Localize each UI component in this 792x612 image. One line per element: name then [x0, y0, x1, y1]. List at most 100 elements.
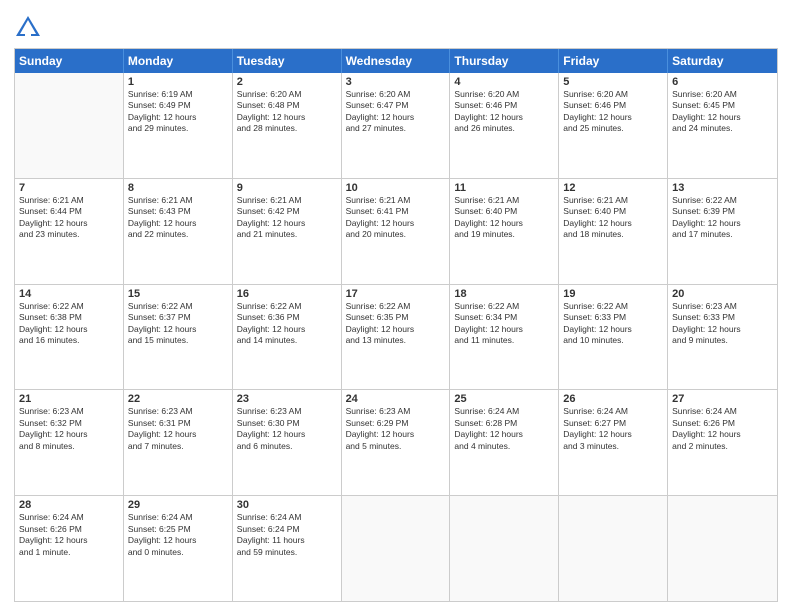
- day-number: 28: [19, 499, 119, 511]
- day-number: 20: [672, 288, 773, 300]
- day-info: Sunrise: 6:21 AM Sunset: 6:44 PM Dayligh…: [19, 195, 119, 241]
- day-number: 27: [672, 393, 773, 405]
- cal-cell: 8Sunrise: 6:21 AM Sunset: 6:43 PM Daylig…: [124, 179, 233, 284]
- day-number: 29: [128, 499, 228, 511]
- day-info: Sunrise: 6:24 AM Sunset: 6:26 PM Dayligh…: [19, 512, 119, 558]
- day-number: 25: [454, 393, 554, 405]
- cal-cell: 25Sunrise: 6:24 AM Sunset: 6:28 PM Dayli…: [450, 390, 559, 495]
- day-number: 22: [128, 393, 228, 405]
- day-number: 30: [237, 499, 337, 511]
- cal-header-cell: Friday: [559, 49, 668, 73]
- cal-header-cell: Wednesday: [342, 49, 451, 73]
- cal-cell: 7Sunrise: 6:21 AM Sunset: 6:44 PM Daylig…: [15, 179, 124, 284]
- cal-cell: 24Sunrise: 6:23 AM Sunset: 6:29 PM Dayli…: [342, 390, 451, 495]
- calendar-header: SundayMondayTuesdayWednesdayThursdayFrid…: [15, 49, 777, 73]
- day-number: 10: [346, 182, 446, 194]
- day-info: Sunrise: 6:21 AM Sunset: 6:41 PM Dayligh…: [346, 195, 446, 241]
- day-info: Sunrise: 6:20 AM Sunset: 6:46 PM Dayligh…: [563, 89, 663, 135]
- day-info: Sunrise: 6:24 AM Sunset: 6:26 PM Dayligh…: [672, 406, 773, 452]
- day-info: Sunrise: 6:24 AM Sunset: 6:25 PM Dayligh…: [128, 512, 228, 558]
- day-number: 12: [563, 182, 663, 194]
- cal-cell: 30Sunrise: 6:24 AM Sunset: 6:24 PM Dayli…: [233, 496, 342, 601]
- day-info: Sunrise: 6:20 AM Sunset: 6:48 PM Dayligh…: [237, 89, 337, 135]
- day-number: 8: [128, 182, 228, 194]
- cal-cell: 28Sunrise: 6:24 AM Sunset: 6:26 PM Dayli…: [15, 496, 124, 601]
- day-info: Sunrise: 6:21 AM Sunset: 6:40 PM Dayligh…: [563, 195, 663, 241]
- cal-cell: 14Sunrise: 6:22 AM Sunset: 6:38 PM Dayli…: [15, 285, 124, 390]
- day-info: Sunrise: 6:22 AM Sunset: 6:39 PM Dayligh…: [672, 195, 773, 241]
- cal-cell: 17Sunrise: 6:22 AM Sunset: 6:35 PM Dayli…: [342, 285, 451, 390]
- cal-cell: [15, 73, 124, 178]
- cal-header-cell: Saturday: [668, 49, 777, 73]
- calendar: SundayMondayTuesdayWednesdayThursdayFrid…: [14, 48, 778, 602]
- cal-cell: 27Sunrise: 6:24 AM Sunset: 6:26 PM Dayli…: [668, 390, 777, 495]
- day-number: 7: [19, 182, 119, 194]
- day-info: Sunrise: 6:22 AM Sunset: 6:36 PM Dayligh…: [237, 301, 337, 347]
- day-info: Sunrise: 6:20 AM Sunset: 6:47 PM Dayligh…: [346, 89, 446, 135]
- cal-week: 1Sunrise: 6:19 AM Sunset: 6:49 PM Daylig…: [15, 73, 777, 179]
- cal-cell: 11Sunrise: 6:21 AM Sunset: 6:40 PM Dayli…: [450, 179, 559, 284]
- day-info: Sunrise: 6:20 AM Sunset: 6:46 PM Dayligh…: [454, 89, 554, 135]
- cal-cell: 29Sunrise: 6:24 AM Sunset: 6:25 PM Dayli…: [124, 496, 233, 601]
- day-info: Sunrise: 6:22 AM Sunset: 6:37 PM Dayligh…: [128, 301, 228, 347]
- calendar-body: 1Sunrise: 6:19 AM Sunset: 6:49 PM Daylig…: [15, 73, 777, 601]
- day-number: 2: [237, 76, 337, 88]
- cal-cell: 23Sunrise: 6:23 AM Sunset: 6:30 PM Dayli…: [233, 390, 342, 495]
- day-number: 11: [454, 182, 554, 194]
- day-info: Sunrise: 6:21 AM Sunset: 6:42 PM Dayligh…: [237, 195, 337, 241]
- day-info: Sunrise: 6:22 AM Sunset: 6:35 PM Dayligh…: [346, 301, 446, 347]
- day-number: 19: [563, 288, 663, 300]
- cal-header-cell: Thursday: [450, 49, 559, 73]
- day-info: Sunrise: 6:21 AM Sunset: 6:43 PM Dayligh…: [128, 195, 228, 241]
- day-info: Sunrise: 6:21 AM Sunset: 6:40 PM Dayligh…: [454, 195, 554, 241]
- day-number: 6: [672, 76, 773, 88]
- day-number: 18: [454, 288, 554, 300]
- day-number: 24: [346, 393, 446, 405]
- day-info: Sunrise: 6:22 AM Sunset: 6:33 PM Dayligh…: [563, 301, 663, 347]
- cal-cell: 3Sunrise: 6:20 AM Sunset: 6:47 PM Daylig…: [342, 73, 451, 178]
- day-number: 1: [128, 76, 228, 88]
- day-number: 17: [346, 288, 446, 300]
- logo: [14, 14, 46, 42]
- cal-cell: 4Sunrise: 6:20 AM Sunset: 6:46 PM Daylig…: [450, 73, 559, 178]
- cal-cell: 10Sunrise: 6:21 AM Sunset: 6:41 PM Dayli…: [342, 179, 451, 284]
- cal-cell: 13Sunrise: 6:22 AM Sunset: 6:39 PM Dayli…: [668, 179, 777, 284]
- day-info: Sunrise: 6:24 AM Sunset: 6:27 PM Dayligh…: [563, 406, 663, 452]
- cal-cell: [559, 496, 668, 601]
- day-number: 4: [454, 76, 554, 88]
- cal-week: 7Sunrise: 6:21 AM Sunset: 6:44 PM Daylig…: [15, 179, 777, 285]
- cal-cell: 22Sunrise: 6:23 AM Sunset: 6:31 PM Dayli…: [124, 390, 233, 495]
- cal-cell: 19Sunrise: 6:22 AM Sunset: 6:33 PM Dayli…: [559, 285, 668, 390]
- day-info: Sunrise: 6:23 AM Sunset: 6:33 PM Dayligh…: [672, 301, 773, 347]
- cal-cell: 2Sunrise: 6:20 AM Sunset: 6:48 PM Daylig…: [233, 73, 342, 178]
- day-info: Sunrise: 6:23 AM Sunset: 6:31 PM Dayligh…: [128, 406, 228, 452]
- day-info: Sunrise: 6:22 AM Sunset: 6:38 PM Dayligh…: [19, 301, 119, 347]
- cal-cell: [342, 496, 451, 601]
- day-number: 23: [237, 393, 337, 405]
- day-number: 13: [672, 182, 773, 194]
- day-number: 26: [563, 393, 663, 405]
- day-number: 21: [19, 393, 119, 405]
- cal-cell: 16Sunrise: 6:22 AM Sunset: 6:36 PM Dayli…: [233, 285, 342, 390]
- day-number: 16: [237, 288, 337, 300]
- cal-cell: 9Sunrise: 6:21 AM Sunset: 6:42 PM Daylig…: [233, 179, 342, 284]
- cal-cell: 6Sunrise: 6:20 AM Sunset: 6:45 PM Daylig…: [668, 73, 777, 178]
- day-number: 3: [346, 76, 446, 88]
- cal-header-cell: Tuesday: [233, 49, 342, 73]
- day-number: 5: [563, 76, 663, 88]
- cal-cell: [668, 496, 777, 601]
- day-info: Sunrise: 6:20 AM Sunset: 6:45 PM Dayligh…: [672, 89, 773, 135]
- cal-week: 28Sunrise: 6:24 AM Sunset: 6:26 PM Dayli…: [15, 496, 777, 601]
- day-number: 15: [128, 288, 228, 300]
- day-info: Sunrise: 6:24 AM Sunset: 6:24 PM Dayligh…: [237, 512, 337, 558]
- day-info: Sunrise: 6:23 AM Sunset: 6:30 PM Dayligh…: [237, 406, 337, 452]
- logo-icon: [14, 14, 42, 42]
- cal-cell: 20Sunrise: 6:23 AM Sunset: 6:33 PM Dayli…: [668, 285, 777, 390]
- cal-cell: 18Sunrise: 6:22 AM Sunset: 6:34 PM Dayli…: [450, 285, 559, 390]
- cal-cell: 5Sunrise: 6:20 AM Sunset: 6:46 PM Daylig…: [559, 73, 668, 178]
- cal-header-cell: Sunday: [15, 49, 124, 73]
- day-number: 14: [19, 288, 119, 300]
- day-info: Sunrise: 6:22 AM Sunset: 6:34 PM Dayligh…: [454, 301, 554, 347]
- page: SundayMondayTuesdayWednesdayThursdayFrid…: [0, 0, 792, 612]
- cal-cell: 12Sunrise: 6:21 AM Sunset: 6:40 PM Dayli…: [559, 179, 668, 284]
